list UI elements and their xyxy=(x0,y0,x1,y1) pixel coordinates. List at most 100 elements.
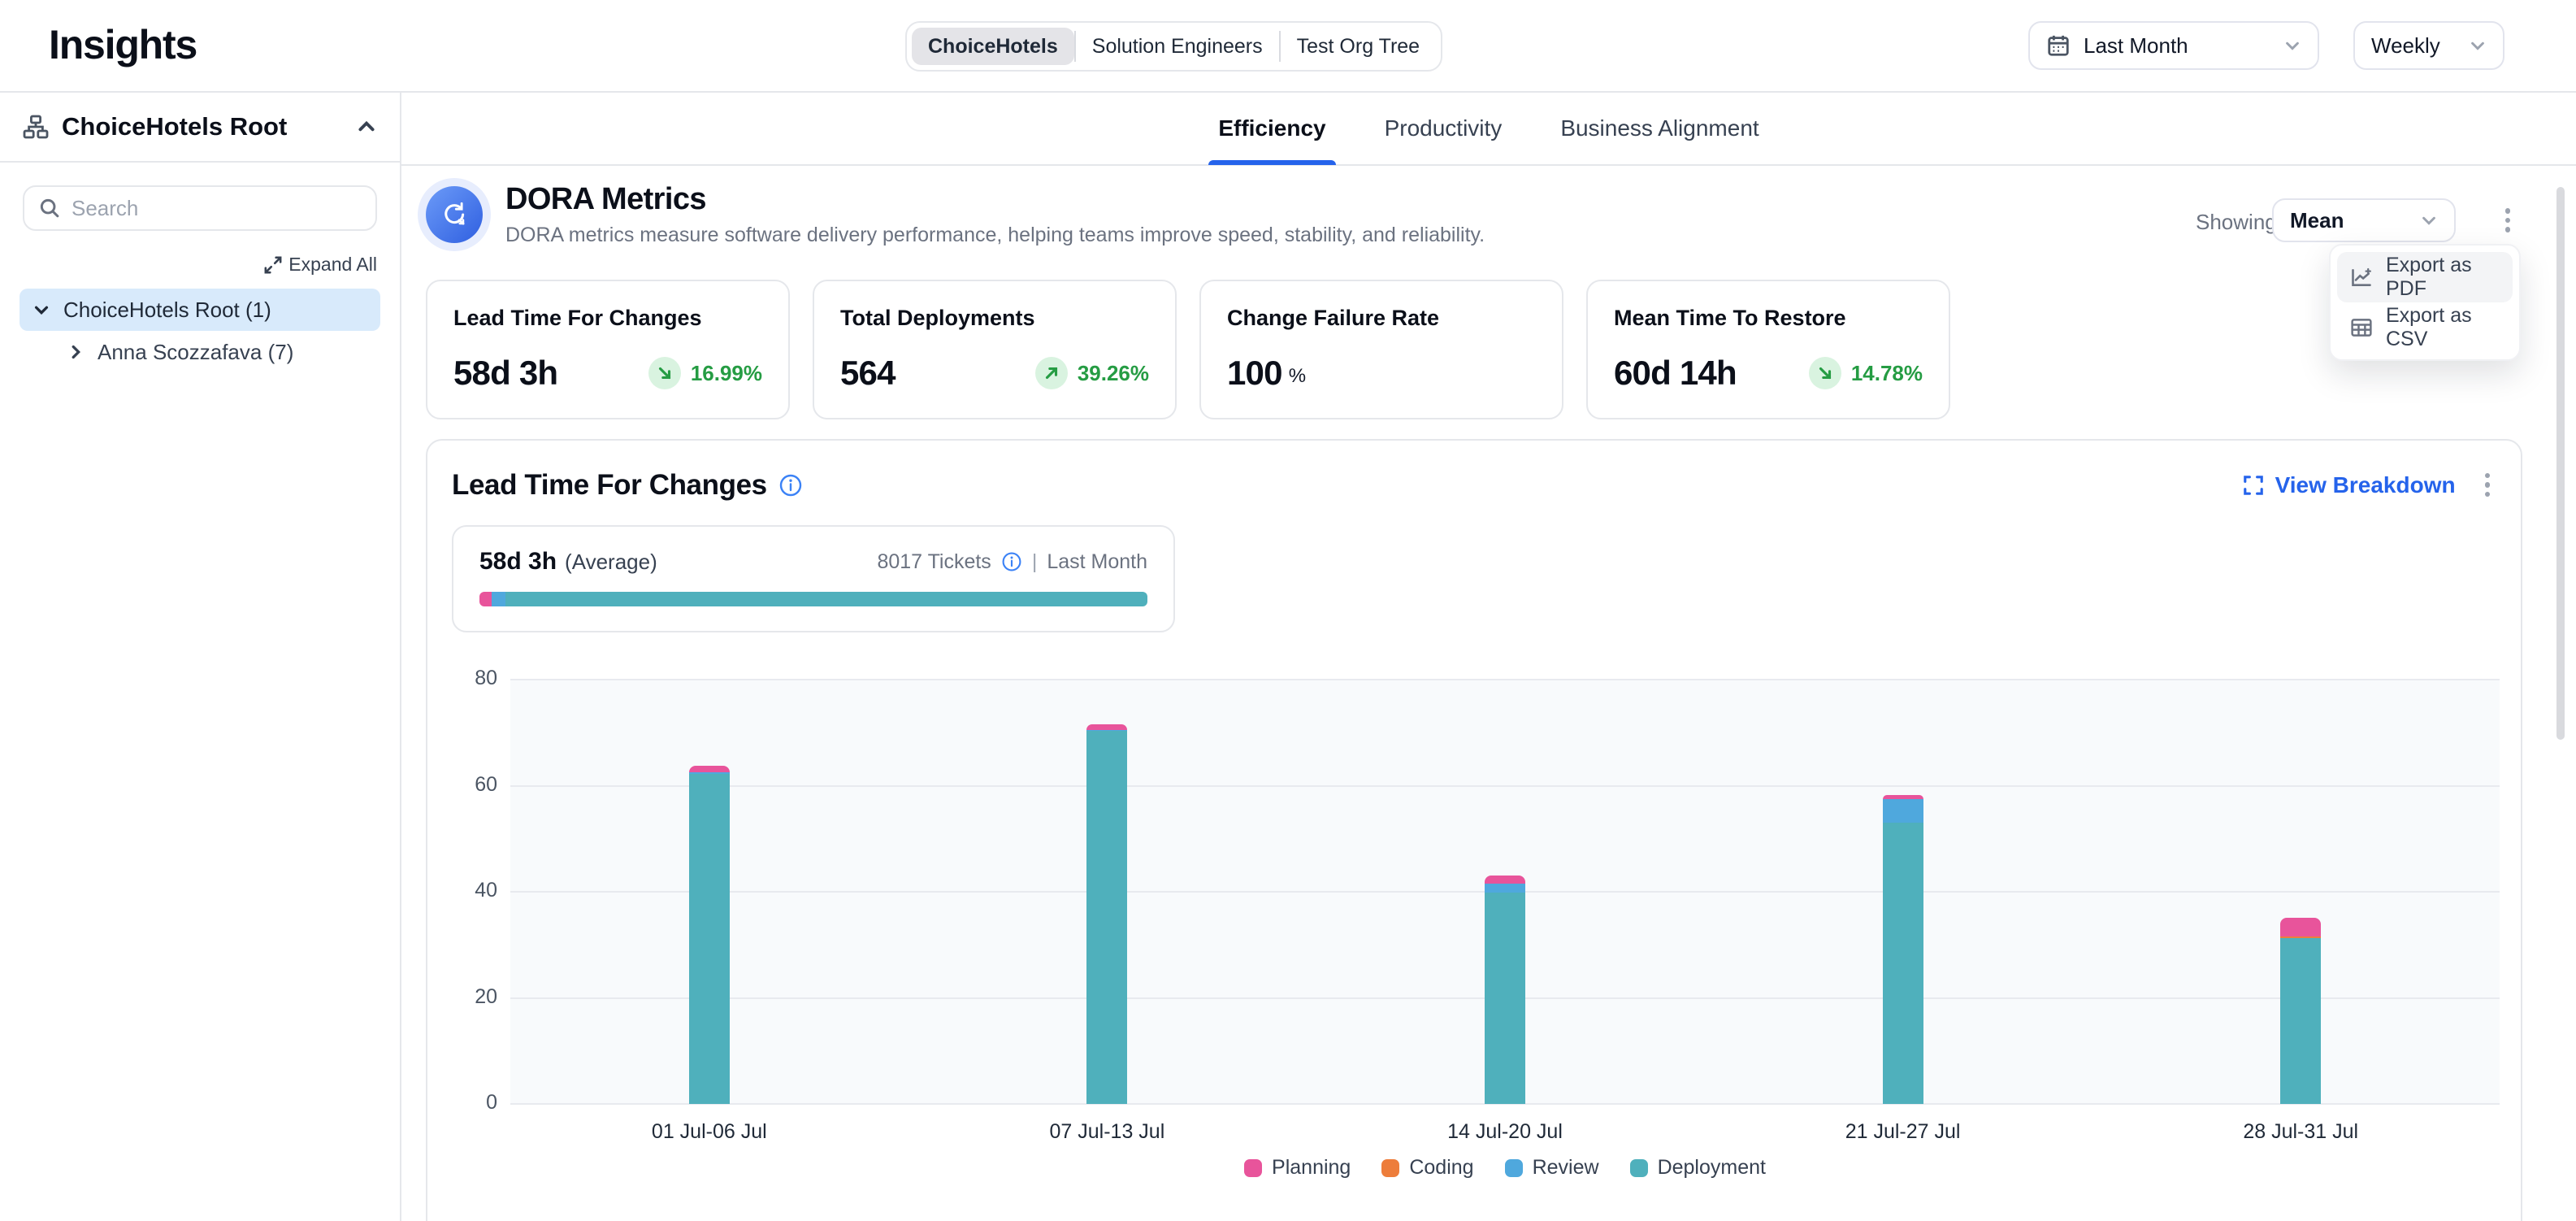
legend-label: Coding xyxy=(1409,1156,1473,1180)
org-tab-solution-engineers[interactable]: Solution Engineers xyxy=(1076,28,1279,65)
body: ChoiceHotels Root Expand All xyxy=(0,93,2576,1221)
legend-swatch-review xyxy=(1505,1159,1523,1177)
date-range-select[interactable]: Last Month xyxy=(2028,21,2319,70)
sidebar-title: ChoiceHotels Root xyxy=(62,112,287,141)
section-title: Lead Time For Changes xyxy=(452,469,767,502)
card-delta: 16.99% xyxy=(691,361,762,386)
card-delta: 39.26% xyxy=(1078,361,1149,386)
tab-efficiency[interactable]: Efficiency xyxy=(1218,92,1325,165)
insights-page: Insights ChoiceHotels Solution Engineers… xyxy=(0,0,2576,1221)
gridline-y60 xyxy=(510,785,2500,787)
average-summary-card: 58d 3h (Average) 8017 Tickets | Last Mon… xyxy=(452,525,1175,632)
x-axis-label: 01 Jul-06 Jul xyxy=(596,1120,823,1144)
expand-arrows-icon xyxy=(264,256,282,274)
tree-item-label: Anna Scozzafava (7) xyxy=(98,340,293,365)
legend-item-review[interactable]: Review xyxy=(1505,1156,1599,1180)
progress-segment-planning xyxy=(479,592,492,606)
info-icon[interactable] xyxy=(778,473,803,498)
dora-kebab-menu-button[interactable] xyxy=(2488,198,2527,242)
chart-export-icon xyxy=(2350,266,2373,289)
legend-item-planning[interactable]: Planning xyxy=(1244,1156,1351,1180)
view-breakdown-button[interactable]: View Breakdown xyxy=(2243,472,2456,498)
chevron-down-icon xyxy=(2469,37,2487,54)
date-range-value: Last Month xyxy=(2084,33,2188,59)
legend-item-coding[interactable]: Coding xyxy=(1381,1156,1473,1180)
y-axis-tick: 60 xyxy=(436,773,497,797)
search-input[interactable] xyxy=(72,196,361,221)
chart-legend: Planning Coding Review Deployment xyxy=(510,1156,2500,1180)
stacked-bar-28 Jul-31 Jul[interactable] xyxy=(2280,918,2321,1104)
trend-badge: 16.99% xyxy=(648,357,762,389)
dora-subtitle: DORA metrics measure software delivery p… xyxy=(505,224,1485,247)
average-label: (Average) xyxy=(565,550,657,575)
stacked-bar-14 Jul-20 Jul[interactable] xyxy=(1485,876,1525,1104)
bar-segment-deployment xyxy=(1485,893,1525,1104)
tree-item-label: ChoiceHotels Root (1) xyxy=(63,298,271,323)
section-kebab-menu-button[interactable] xyxy=(2478,467,2496,503)
bar-segment-deployment xyxy=(1086,731,1127,1104)
x-axis-label: 14 Jul-20 Jul xyxy=(1391,1120,1619,1144)
tab-productivity[interactable]: Productivity xyxy=(1385,92,1503,165)
dora-header: DORA Metrics DORA metrics measure softwa… xyxy=(426,182,1485,247)
stacked-bar-07 Jul-13 Jul[interactable] xyxy=(1086,724,1127,1104)
sidebar-collapse-button[interactable] xyxy=(356,116,377,137)
bar-segment-planning xyxy=(2280,918,2321,936)
lead-time-section: Lead Time For Changes View Breakdown xyxy=(426,439,2522,1221)
chevron-down-icon xyxy=(2420,211,2438,229)
separator: | xyxy=(1032,550,1038,574)
chevron-up-icon xyxy=(356,116,377,137)
menu-item-export-pdf[interactable]: Export as PDF xyxy=(2337,252,2513,302)
lead-time-stacked-bar-chart: 02040608001 Jul-06 Jul07 Jul-13 Jul14 Ju… xyxy=(510,680,2500,1104)
trend-arrow-icon xyxy=(648,357,681,389)
card-title: Total Deployments xyxy=(840,306,1149,331)
card-value: 60d 14h xyxy=(1614,354,1737,393)
showing-label: Showing xyxy=(2196,210,2277,235)
main-content: Efficiency Productivity Business Alignme… xyxy=(401,93,2576,1221)
info-icon[interactable] xyxy=(1001,551,1022,572)
y-axis-tick: 80 xyxy=(436,667,497,690)
trend-arrow-icon xyxy=(1035,357,1068,389)
org-tab-choicehotels[interactable]: ChoiceHotels xyxy=(912,28,1074,65)
progress-segment-review xyxy=(492,592,505,606)
dora-title: DORA Metrics xyxy=(505,182,1485,217)
card-total-deployments: Total Deployments 564 39.26% xyxy=(813,280,1177,419)
card-title: Mean Time To Restore xyxy=(1614,306,1923,331)
card-value: 100 xyxy=(1227,354,1282,393)
tree-item-anna-scozzafava[interactable]: Anna Scozzafava (7) xyxy=(54,331,380,373)
trend-arrow-icon xyxy=(1809,357,1841,389)
tree-item-choicehotels-root[interactable]: ChoiceHotels Root (1) xyxy=(20,289,380,331)
menu-item-export-csv[interactable]: Export as CSV xyxy=(2337,302,2513,353)
scrollbar-thumb[interactable] xyxy=(2556,187,2565,740)
legend-swatch-coding xyxy=(1381,1159,1399,1177)
bar-segment-review xyxy=(1485,884,1525,893)
x-axis-label: 07 Jul-13 Jul xyxy=(993,1120,1221,1144)
org-tree: ChoiceHotels Root (1) Anna Scozzafava (7… xyxy=(0,289,400,373)
bar-segment-deployment xyxy=(2280,938,2321,1104)
legend-swatch-planning xyxy=(1244,1159,1262,1177)
stacked-bar-01 Jul-06 Jul[interactable] xyxy=(689,766,730,1104)
legend-swatch-deployment xyxy=(1630,1159,1648,1177)
progress-segment-deployment xyxy=(505,592,1147,606)
tab-business-alignment[interactable]: Business Alignment xyxy=(1560,92,1759,165)
legend-label: Planning xyxy=(1272,1156,1351,1180)
menu-item-label: Export as PDF xyxy=(2386,254,2500,301)
trend-badge: 14.78% xyxy=(1809,357,1923,389)
menu-item-label: Export as CSV xyxy=(2386,304,2500,351)
card-title: Change Failure Rate xyxy=(1227,306,1536,331)
stacked-bar-21 Jul-27 Jul[interactable] xyxy=(1883,795,1923,1104)
gridline-y80 xyxy=(510,679,2500,680)
card-value: 58d 3h xyxy=(453,354,557,393)
export-menu: Export as PDF Export as CSV xyxy=(2329,244,2521,361)
org-hierarchy-icon xyxy=(23,114,49,140)
showing-mean-select[interactable]: Mean xyxy=(2272,198,2456,242)
legend-item-deployment[interactable]: Deployment xyxy=(1630,1156,1766,1180)
card-value-suffix: % xyxy=(1289,365,1306,388)
bar-segment-deployment xyxy=(689,774,730,1104)
card-change-failure-rate: Change Failure Rate 100 % xyxy=(1199,280,1563,419)
org-tab-test-org-tree[interactable]: Test Org Tree xyxy=(1281,28,1436,65)
card-title: Lead Time For Changes xyxy=(453,306,762,331)
x-axis-label: 21 Jul-27 Jul xyxy=(1789,1120,2017,1144)
granularity-select[interactable]: Weekly xyxy=(2353,21,2504,70)
bar-segment-review xyxy=(1883,799,1923,823)
expand-all-button[interactable]: Expand All xyxy=(0,254,377,276)
